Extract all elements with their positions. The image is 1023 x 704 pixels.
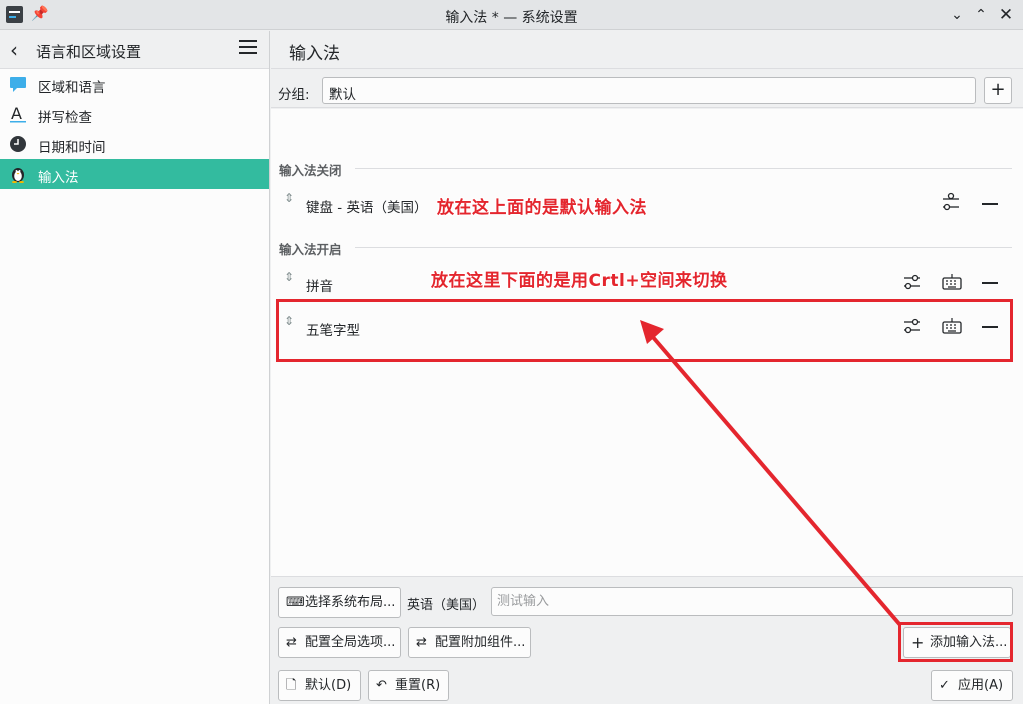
button-label: 配置附加组件... (435, 635, 526, 650)
sidebar-title: 语言和区域设置 (36, 43, 142, 61)
undo-icon: ↶ (376, 678, 387, 693)
test-input-placeholder: 测试输入 (497, 594, 550, 609)
section-label: 输入法开启 (279, 242, 342, 257)
title-bar: 📌 输入法 * — 系统设置 ⌄ ⌃ ✕ (0, 0, 1023, 30)
back-arrow-icon[interactable]: ‹ (10, 38, 18, 62)
chevron-down-icon: ⌄ (329, 81, 340, 96)
sidebar-item-label: 输入法 (38, 170, 79, 186)
input-method-name: 拼音 (306, 279, 333, 295)
button-label: 重置(R) (395, 678, 441, 693)
section-header-on: 输入法开启 (279, 239, 1012, 258)
section-header-off: 输入法关闭 (279, 160, 1012, 179)
sidebar-item-label: 区域和语言 (38, 80, 106, 96)
sidebar-item-label: 日期和时间 (38, 140, 106, 156)
button-label: 应用(A) (958, 678, 1004, 693)
keyboard-layout-icon[interactable] (941, 271, 965, 293)
select-layout-button[interactable]: ⌨ 选择系统布局... (278, 587, 401, 618)
close-icon[interactable]: ✕ (995, 4, 1017, 26)
hamburger-menu-icon[interactable] (239, 40, 257, 54)
keyboard-icon: ⌨ (286, 595, 305, 610)
drag-handle-icon[interactable]: ⇕ (284, 192, 294, 204)
sidebar-item-label: 拼写检查 (38, 110, 92, 126)
window-title: 输入法 * — 系统设置 (445, 10, 578, 26)
section-label: 输入法关闭 (279, 163, 342, 178)
defaults-button[interactable]: 🗋 默认(D) (278, 670, 361, 701)
penguin-icon (9, 165, 27, 183)
checkmark-icon: ✓ (939, 678, 950, 693)
minimize-icon[interactable]: ⌄ (946, 4, 968, 26)
settings-sliders-icon: ⇄ (416, 635, 427, 650)
group-select[interactable]: 默认 ⌄ (322, 77, 976, 104)
input-method-name: 键盘 - 英语（美国） (306, 200, 428, 216)
test-input[interactable]: 测试输入 (491, 587, 1013, 616)
page-title: 输入法 (289, 44, 340, 64)
apply-button[interactable]: ✓ 应用(A) (931, 670, 1013, 701)
divider (355, 247, 1012, 248)
button-label: 配置全局选项... (305, 635, 396, 650)
global-options-button[interactable]: ⇄ 配置全局选项... (278, 627, 401, 658)
speech-bubble-icon (9, 75, 27, 93)
list-item[interactable]: ⇕ 键盘 - 英语（美国） (271, 184, 1023, 224)
button-label: 默认(D) (305, 678, 352, 693)
remove-icon[interactable] (982, 282, 998, 284)
button-label: 选择系统布局... (305, 595, 396, 610)
main-panel: 输入法 分组: 默认 ⌄ + 输入法关闭 ⇕ 键盘 - 英语（美国） 输入法开启 (271, 31, 1023, 704)
settings-sliders-icon: ⇄ (286, 635, 297, 650)
document-icon: 🗋 (286, 678, 297, 693)
sidebar-item-spell-check[interactable]: A 拼写检查 (0, 99, 269, 129)
maximize-icon[interactable]: ⌃ (970, 4, 992, 26)
add-group-button[interactable]: + (984, 77, 1012, 104)
annotation-bottom: 放在这里下面的是用Crtl+空间来切换 (431, 271, 728, 291)
clock-icon (9, 135, 27, 153)
annotation-top: 放在这上面的是默认输入法 (437, 198, 647, 218)
highlight-box (898, 622, 1013, 662)
sidebar-header: ‹ 语言和区域设置 (0, 31, 269, 69)
sidebar: ‹ 语言和区域设置 区域和语言 A 拼写检查 日期和时间 输入法 (0, 31, 270, 704)
configure-icon[interactable] (902, 271, 926, 293)
bottom-panel: ⌨ 选择系统布局... 英语（美国） 测试输入 ⇄ 配置全局选项... ⇄ 配置… (271, 576, 1023, 704)
spell-check-icon: A (9, 104, 27, 123)
divider (355, 168, 1012, 169)
svg-text:A: A (11, 105, 22, 123)
highlight-box (276, 299, 1013, 362)
sidebar-item-input-method[interactable]: 输入法 (0, 159, 269, 189)
group-row: 分组: 默认 ⌄ + (271, 70, 1023, 108)
configure-icon[interactable] (941, 192, 965, 214)
drag-handle-icon[interactable]: ⇕ (284, 271, 294, 283)
reset-button[interactable]: ↶ 重置(R) (368, 670, 449, 701)
addons-button[interactable]: ⇄ 配置附加组件... (408, 627, 531, 658)
remove-icon[interactable] (982, 203, 998, 205)
input-method-list: 输入法关闭 ⇕ 键盘 - 英语（美国） 输入法开启 ⇕ 拼音 ⇕ 五笔字型 放在… (271, 109, 1023, 576)
sidebar-item-region-language[interactable]: 区域和语言 (0, 69, 269, 99)
layout-name: 英语（美国） (407, 598, 486, 613)
page-header: 输入法 (271, 31, 1023, 69)
sidebar-item-date-time[interactable]: 日期和时间 (0, 129, 269, 159)
group-label: 分组: (278, 87, 310, 103)
